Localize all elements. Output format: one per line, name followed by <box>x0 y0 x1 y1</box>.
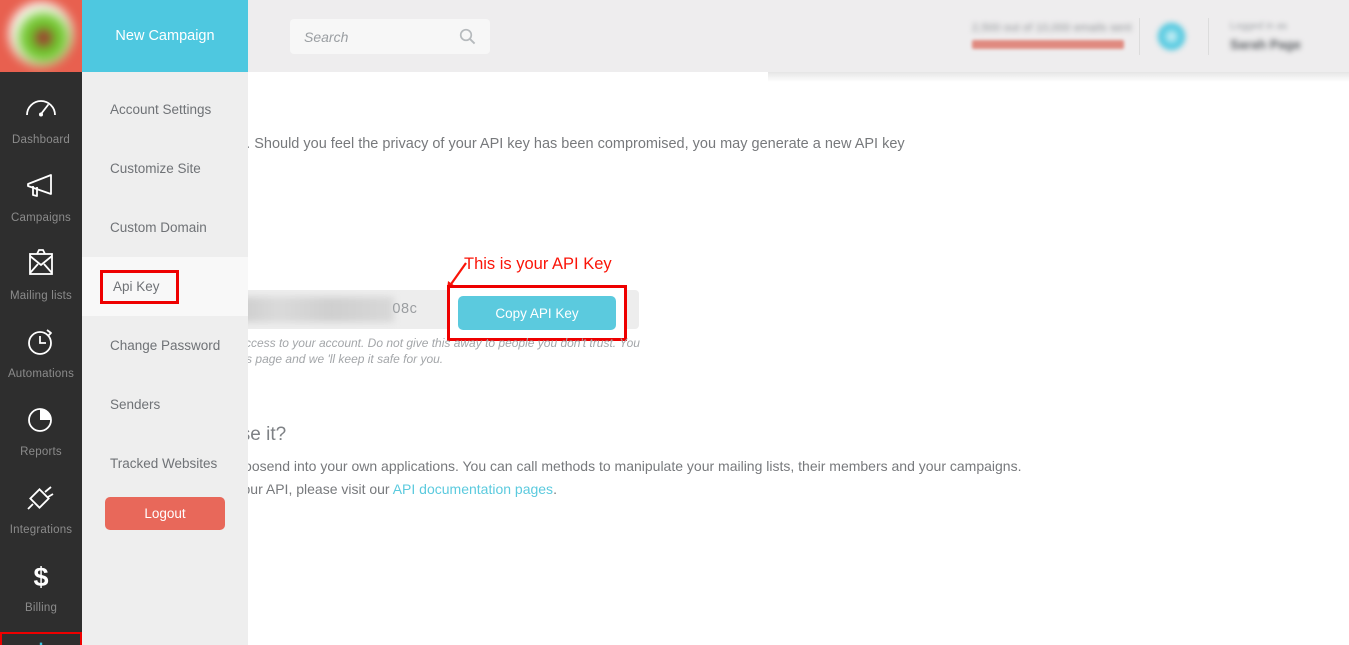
logo-mark <box>9 2 73 66</box>
api-key-suffix: 08c <box>392 301 418 317</box>
submenu-item-account-settings[interactable]: Account Settings <box>82 80 248 139</box>
moosend-logo[interactable] <box>0 0 82 72</box>
search-box[interactable] <box>290 19 490 54</box>
rail-item-label: Billing <box>24 602 58 614</box>
megaphone-icon <box>0 164 82 208</box>
submenu-item-change-password[interactable]: Change Password <box>82 316 248 375</box>
search-input[interactable] <box>290 28 445 45</box>
user-name: Sarah Page <box>1230 37 1301 52</box>
submenu-item-customize-site[interactable]: Customize Site <box>82 139 248 198</box>
submenu-item-custom-domain[interactable]: Custom Domain <box>82 198 248 257</box>
api-usage-line-2: on on how to use our API, please visit o… <box>132 478 1022 501</box>
submenu-label: Tracked Websites <box>110 456 218 471</box>
api-usage-line-2-post: . <box>553 481 557 497</box>
submenu-label: Account Settings <box>110 102 212 117</box>
api-usage-paragraph: you to integrate Moosend into your own a… <box>132 455 1022 501</box>
content-top-shadow <box>768 72 1349 82</box>
plan-usage-bar <box>972 40 1124 49</box>
app-window: 2,500 out of 10,000 emails sent Logged i… <box>0 0 1349 645</box>
submenu-label: Customize Site <box>110 161 201 176</box>
rail-item-label: Dashboard <box>11 134 71 146</box>
icon-rail: Dashboard Campaigns Mailing lists Automa… <box>0 0 82 645</box>
rail-item-reports[interactable]: Reports <box>0 398 82 476</box>
topbar-divider-2 <box>1208 18 1209 55</box>
new-campaign-button[interactable]: New Campaign <box>82 0 248 72</box>
submenu-label: Custom Domain <box>110 220 207 235</box>
rail-item-account[interactable]: Account <box>0 632 82 645</box>
rail-item-label: Campaigns <box>11 212 71 224</box>
copy-api-key-highlight: Copy API Key <box>447 285 627 341</box>
rail-item-mailing-lists[interactable]: Mailing lists <box>0 242 82 320</box>
api-usage-line-1: you to integrate Moosend into your own a… <box>132 458 1022 474</box>
account-submenu-list: Account Settings Customize Site Custom D… <box>82 72 248 530</box>
user-info[interactable]: Logged in as Sarah Page <box>1230 21 1340 52</box>
rail-item-label: Integrations <box>9 524 73 536</box>
rail-item-integrations[interactable]: Integrations <box>0 476 82 554</box>
api-key-annotation: This is your API Key <box>464 255 612 273</box>
logout-wrapper: Logout <box>82 493 248 530</box>
plan-usage-text: 2,500 out of 10,000 emails sent <box>972 22 1132 34</box>
clock-bolt-icon <box>0 320 82 364</box>
credits-coin-icon[interactable] <box>1158 23 1185 50</box>
topbar-divider-1 <box>1139 18 1140 55</box>
speedometer-icon <box>0 86 82 130</box>
rail-item-label: Mailing lists <box>9 290 73 302</box>
svg-text:$: $ <box>33 562 48 591</box>
gear-icon <box>0 632 82 645</box>
dollar-sign-icon: $ <box>0 554 82 598</box>
submenu-item-senders[interactable]: Senders <box>82 375 248 434</box>
submenu-item-api-key[interactable]: Api Key <box>82 257 248 316</box>
submenu-label: Senders <box>110 397 161 412</box>
submenu-item-tracked-websites[interactable]: Tracked Websites <box>82 434 248 493</box>
rail-item-list: Dashboard Campaigns Mailing lists Automa… <box>0 72 82 645</box>
rail-item-label: Automations <box>7 368 75 380</box>
rail-item-dashboard[interactable]: Dashboard <box>0 86 82 164</box>
search-icon[interactable] <box>459 28 476 50</box>
top-bar: 2,500 out of 10,000 emails sent Logged i… <box>82 0 1349 72</box>
logout-button[interactable]: Logout <box>105 497 225 530</box>
rail-item-billing[interactable]: $ Billing <box>0 554 82 632</box>
api-documentation-link[interactable]: API documentation pages <box>393 481 553 497</box>
submenu-label: Change Password <box>110 338 221 353</box>
envelope-clipboard-icon <box>0 242 82 286</box>
rail-item-automations[interactable]: Automations <box>0 320 82 398</box>
rail-item-label: Reports <box>20 446 62 458</box>
user-role: Logged in as <box>1230 21 1288 32</box>
submenu-label: Api Key <box>100 269 179 304</box>
copy-api-key-button[interactable]: Copy API Key <box>458 296 616 330</box>
main-content: way from publicity. Should you feel the … <box>82 72 1349 645</box>
plan-usage: 2,500 out of 10,000 emails sent <box>972 22 1132 49</box>
account-submenu: New Campaign Account Settings Customize … <box>82 0 248 645</box>
plug-icon <box>0 476 82 520</box>
rail-item-campaigns[interactable]: Campaigns <box>0 164 82 242</box>
pie-chart-icon <box>0 398 82 442</box>
